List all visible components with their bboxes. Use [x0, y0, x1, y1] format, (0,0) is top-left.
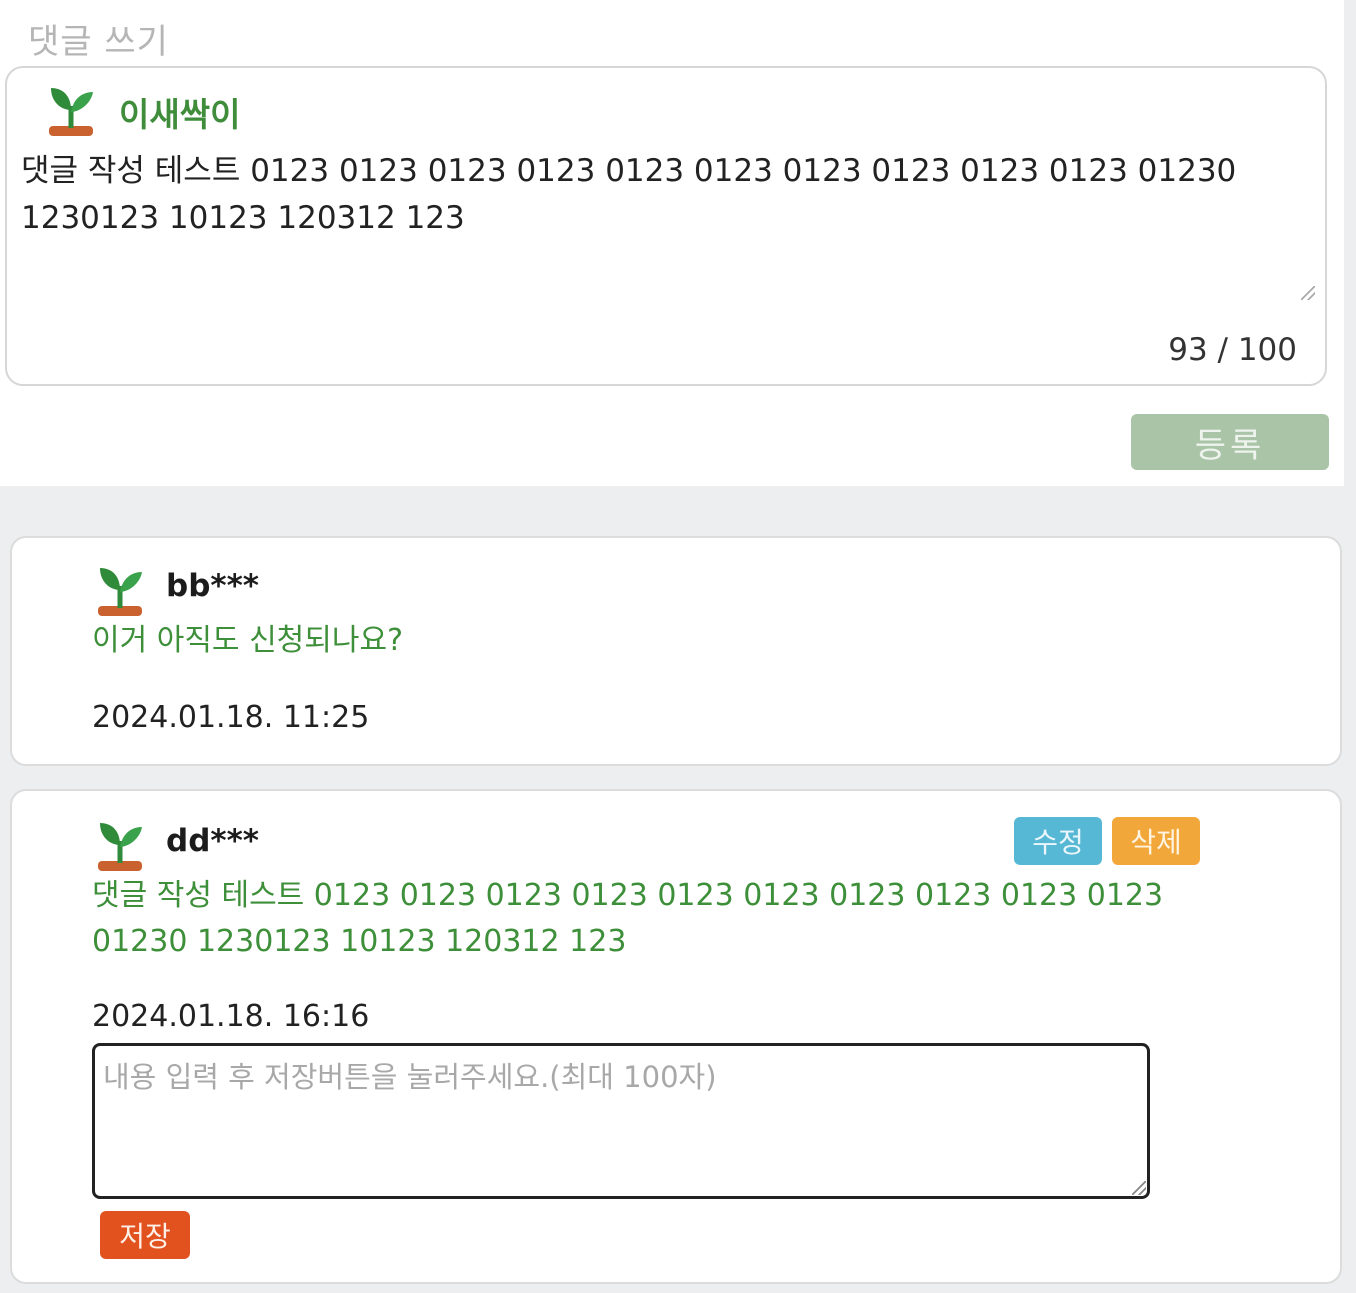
comment-username: bb*** — [166, 568, 260, 604]
sprout-icon — [49, 88, 93, 136]
comment-username: dd*** — [166, 823, 260, 859]
comment-item: dd*** 수정 삭제 댓글 작성 테스트 0123 0123 0123 012… — [10, 789, 1342, 1284]
comment-text-line-1: 댓글 작성 테스트 0123 0123 0123 0123 0123 0123 … — [92, 878, 1164, 913]
comment-write-section: 댓글 쓰기 이새싹이 댓글 작성 테스트 0123 0123 0123 0123… — [0, 0, 1344, 486]
comment-input[interactable]: 댓글 작성 테스트 0123 0123 0123 0123 0123 0123 … — [21, 148, 1291, 328]
register-button[interactable]: 등록 — [1131, 414, 1329, 470]
comment-write-title: 댓글 쓰기 — [28, 22, 169, 62]
delete-button[interactable]: 삭제 — [1112, 817, 1200, 865]
sprout-icon — [98, 568, 142, 616]
comment-text: 이거 아직도 신청되나요? — [92, 623, 403, 658]
comment-write-box: 이새싹이 댓글 작성 테스트 0123 0123 0123 0123 0123 … — [5, 66, 1327, 386]
sprout-icon — [98, 823, 142, 871]
save-button[interactable]: 저장 — [100, 1211, 190, 1259]
comment-date: 2024.01.18. 11:25 — [92, 700, 370, 735]
comment-text-line-2: 01230 1230123 10123 120312 123 — [92, 924, 627, 959]
resize-grip-icon[interactable] — [1301, 286, 1315, 300]
write-username: 이새싹이 — [119, 95, 241, 134]
edit-comment-input[interactable] — [92, 1043, 1150, 1199]
comment-item: bb*** 이거 아직도 신청되나요? 2024.01.18. 11:25 — [10, 536, 1342, 766]
edit-button[interactable]: 수정 — [1014, 817, 1102, 865]
char-counter: 93 / 100 — [1168, 332, 1297, 368]
comment-date: 2024.01.18. 16:16 — [92, 999, 370, 1034]
resize-grip-icon[interactable] — [1132, 1181, 1146, 1195]
